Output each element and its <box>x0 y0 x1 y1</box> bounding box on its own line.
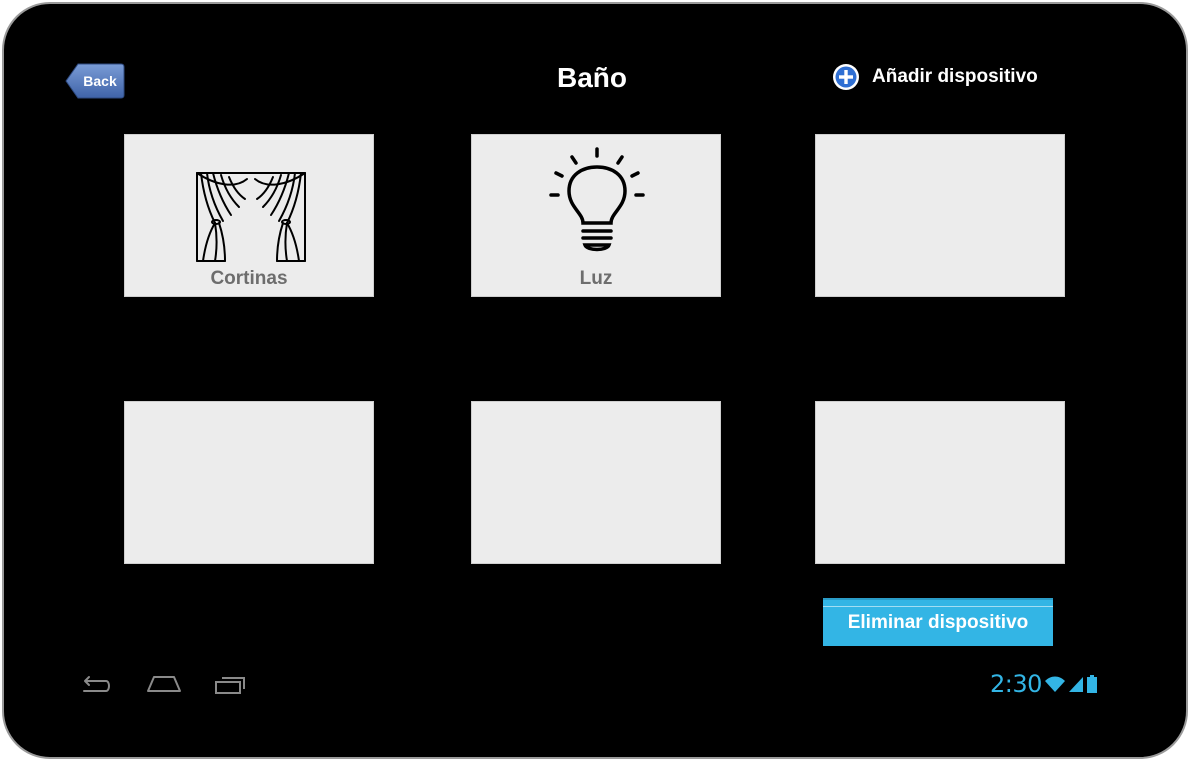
clock: 2:30 <box>990 670 1042 698</box>
delete-device-button[interactable]: Eliminar dispositivo <box>823 598 1053 646</box>
device-tile-curtains[interactable]: Cortinas <box>124 134 374 297</box>
device-tile-label: Luz <box>579 268 613 289</box>
back-nav-icon[interactable] <box>80 675 112 695</box>
add-circle-icon <box>833 64 859 90</box>
device-tile-empty[interactable] <box>815 401 1065 564</box>
device-tile-empty[interactable] <box>471 401 721 564</box>
battery-icon <box>1086 675 1097 693</box>
status-area: 2:30 <box>990 668 1098 700</box>
add-device-button[interactable]: Añadir dispositivo <box>832 61 1038 93</box>
back-button[interactable]: Back <box>64 62 125 100</box>
recent-apps-icon[interactable] <box>214 675 246 695</box>
device-tile-light[interactable]: Luz <box>471 134 721 297</box>
device-tile-label: Cortinas <box>210 268 288 289</box>
signal-icon <box>1068 677 1083 692</box>
lightbulb-icon <box>549 147 645 252</box>
back-button-label: Back <box>83 73 117 89</box>
device-tile-empty[interactable] <box>815 134 1065 297</box>
device-tile-empty[interactable] <box>124 401 374 564</box>
add-device-label: Añadir dispositivo <box>872 66 1038 87</box>
page-title: Baño <box>557 62 627 93</box>
wifi-icon <box>1044 676 1065 692</box>
curtain-icon <box>196 172 306 262</box>
home-nav-icon[interactable] <box>146 673 182 693</box>
